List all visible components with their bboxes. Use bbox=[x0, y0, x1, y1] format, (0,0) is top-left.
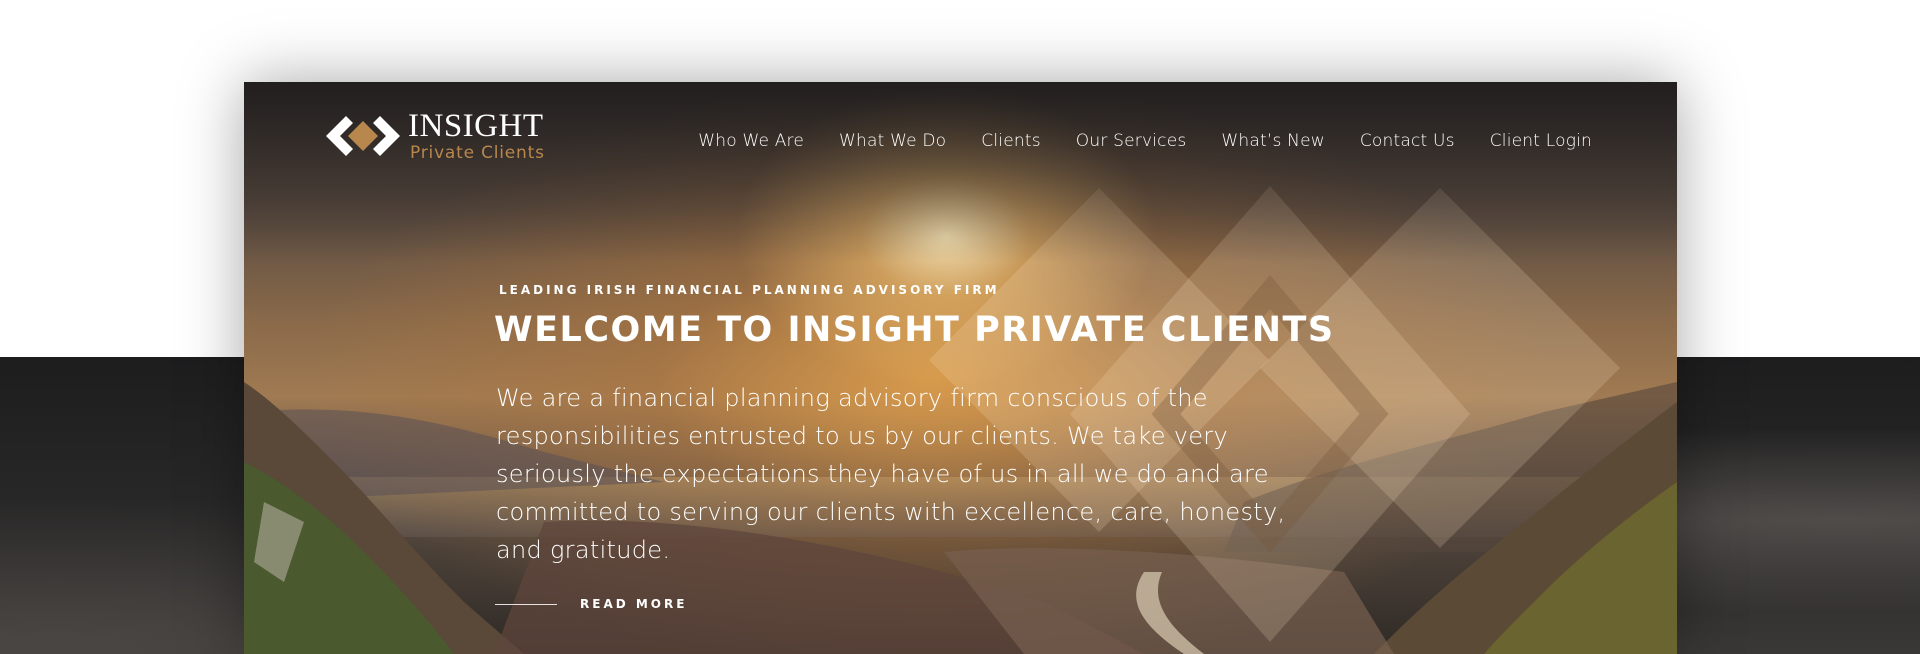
nav-our-services[interactable]: Our Services bbox=[1076, 130, 1187, 152]
nav-what-we-do[interactable]: What We Do bbox=[839, 130, 946, 152]
logo-tagline: Private Clients bbox=[410, 143, 545, 163]
nav-contact-us[interactable]: Contact Us bbox=[1360, 130, 1455, 152]
horizontal-rule-icon bbox=[495, 603, 557, 605]
diamond-chevrons-icon bbox=[326, 116, 400, 156]
hero-eyebrow: LEADING IRISH FINANCIAL PLANNING ADVISOR… bbox=[499, 283, 1000, 297]
main-navigation: Who We Are What We Do Clients Our Servic… bbox=[698, 130, 1592, 152]
hero-headline: WELCOME TO INSIGHT PRIVATE CLIENTS bbox=[494, 310, 1335, 350]
hero-description: We are a financial planning advisory fir… bbox=[496, 384, 1286, 564]
logo-name: INSIGHT bbox=[408, 108, 544, 144]
nav-client-login[interactable]: Client Login bbox=[1490, 130, 1592, 152]
nav-who-we-are[interactable]: Who We Are bbox=[698, 130, 804, 152]
read-more-link[interactable]: READ MORE bbox=[495, 597, 687, 611]
site-logo[interactable]: INSIGHT Private Clients bbox=[322, 108, 562, 163]
hero-banner: INSIGHT Private Clients Who We Are What … bbox=[244, 82, 1677, 654]
nav-whats-new[interactable]: What’s New bbox=[1221, 130, 1324, 152]
nav-clients[interactable]: Clients bbox=[981, 130, 1040, 152]
read-more-label: READ MORE bbox=[580, 597, 688, 611]
